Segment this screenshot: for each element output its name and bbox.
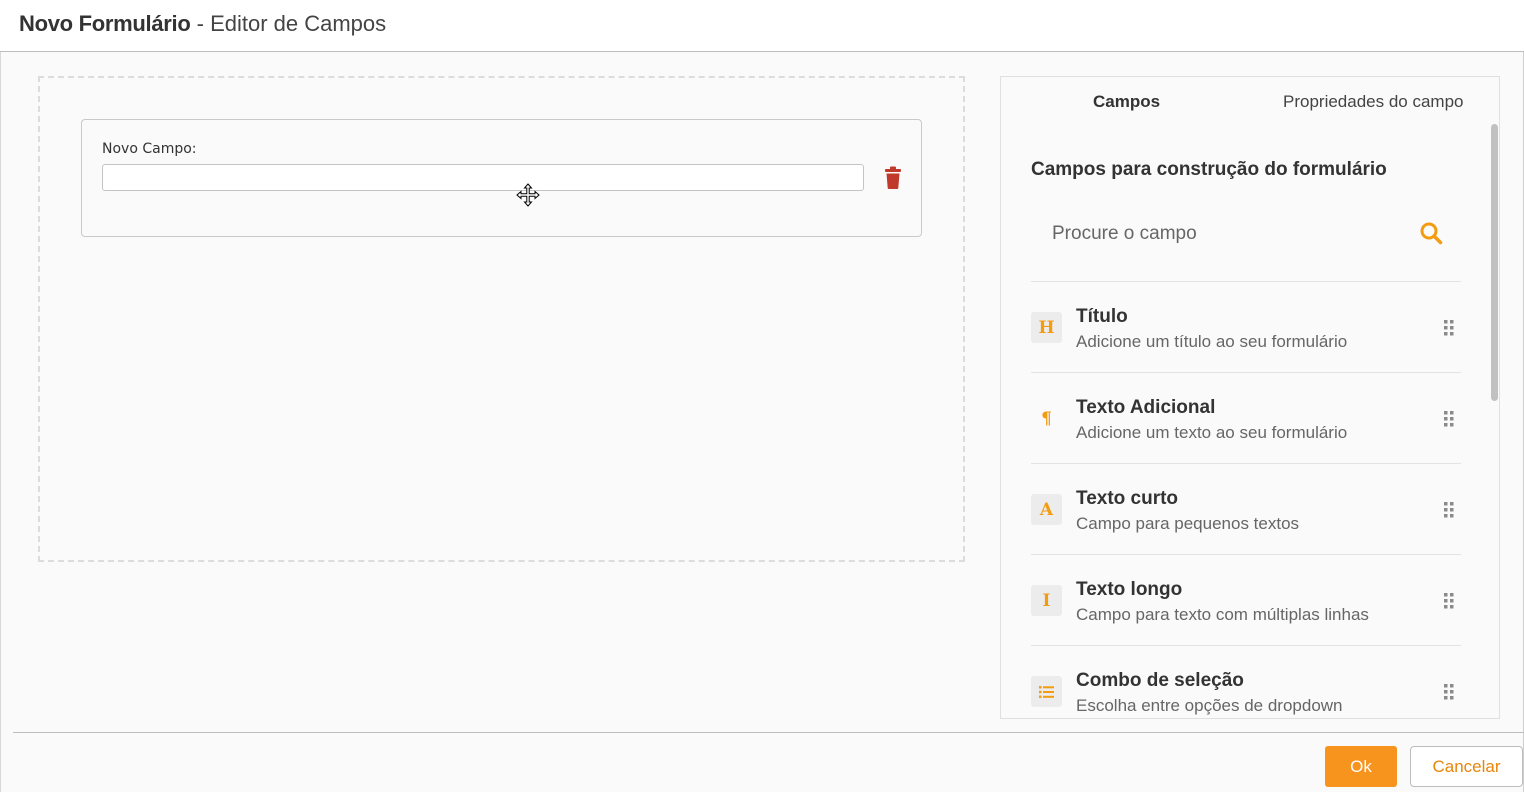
tab-propriedades[interactable]: Propriedades do campo xyxy=(1283,92,1464,112)
field-item-description: Adicione um texto ao seu formulário xyxy=(1076,423,1348,442)
header-bar: Novo Formulário - Editor de Campos xyxy=(0,0,1524,52)
field-item-name: Texto curto xyxy=(1076,488,1179,509)
field-item-description: Campo para texto com múltiplas linhas xyxy=(1076,605,1369,624)
delete-field-button[interactable] xyxy=(882,166,904,190)
field-label: Novo Campo: xyxy=(102,141,197,157)
tab-campos[interactable]: Campos xyxy=(1093,92,1160,112)
field-item-name: Texto Adicional xyxy=(1076,397,1216,418)
paragraph-icon: ¶ xyxy=(1041,408,1052,429)
panel-scrollbar-thumb[interactable] xyxy=(1491,124,1498,401)
field-item-name: Título xyxy=(1076,306,1128,327)
field-item-name: Combo de seleção xyxy=(1076,670,1244,691)
field-item-description: Campo para pequenos textos xyxy=(1076,514,1300,533)
form-name: Novo Formulário xyxy=(19,11,191,36)
field-item-combo-selecao[interactable]: Combo de seleção Escolha entre opções de… xyxy=(1031,646,1461,718)
font-icon: A xyxy=(1031,494,1062,525)
field-item-description: Escolha entre opções de dropdown xyxy=(1076,696,1343,715)
field-item-texto-longo[interactable]: I Texto longo Campo para texto com múlti… xyxy=(1031,555,1461,646)
ok-button[interactable]: Ok xyxy=(1325,746,1397,787)
drag-handle-icon[interactable] xyxy=(1444,502,1454,518)
text-cursor-icon: I xyxy=(1031,585,1062,616)
footer-divider xyxy=(13,732,1524,733)
field-item-description: Adicione um título ao seu formulário xyxy=(1076,332,1348,351)
drag-handle-icon[interactable] xyxy=(1444,320,1454,336)
trash-icon xyxy=(885,166,901,189)
drag-handle-icon[interactable] xyxy=(1444,684,1454,700)
field-item-titulo[interactable]: H Título Adicione um título ao seu formu… xyxy=(1031,282,1461,373)
move-cursor-icon xyxy=(516,183,540,207)
field-item-texto-adicional[interactable]: ¶ Texto Adicional Adicione um texto ao s… xyxy=(1031,373,1461,464)
field-preview-input[interactable] xyxy=(102,164,864,191)
cancel-button[interactable]: Cancelar xyxy=(1410,746,1523,787)
search-icon[interactable] xyxy=(1419,221,1443,245)
field-item-texto-curto[interactable]: A Texto curto Campo para pequenos textos xyxy=(1031,464,1461,555)
drag-handle-icon[interactable] xyxy=(1444,593,1454,609)
editor-subtitle: - Editor de Campos xyxy=(190,11,387,36)
search-field-input[interactable] xyxy=(1031,208,1461,282)
panel-section-title: Campos para construção do formulário xyxy=(1031,159,1387,180)
drag-handle-icon[interactable] xyxy=(1444,411,1454,427)
list-icon xyxy=(1031,676,1062,707)
window-left-border xyxy=(0,0,1,792)
heading-icon: H xyxy=(1031,312,1062,343)
page-title: Novo Formulário - Editor de Campos xyxy=(19,11,386,37)
field-item-name: Texto longo xyxy=(1076,579,1183,600)
